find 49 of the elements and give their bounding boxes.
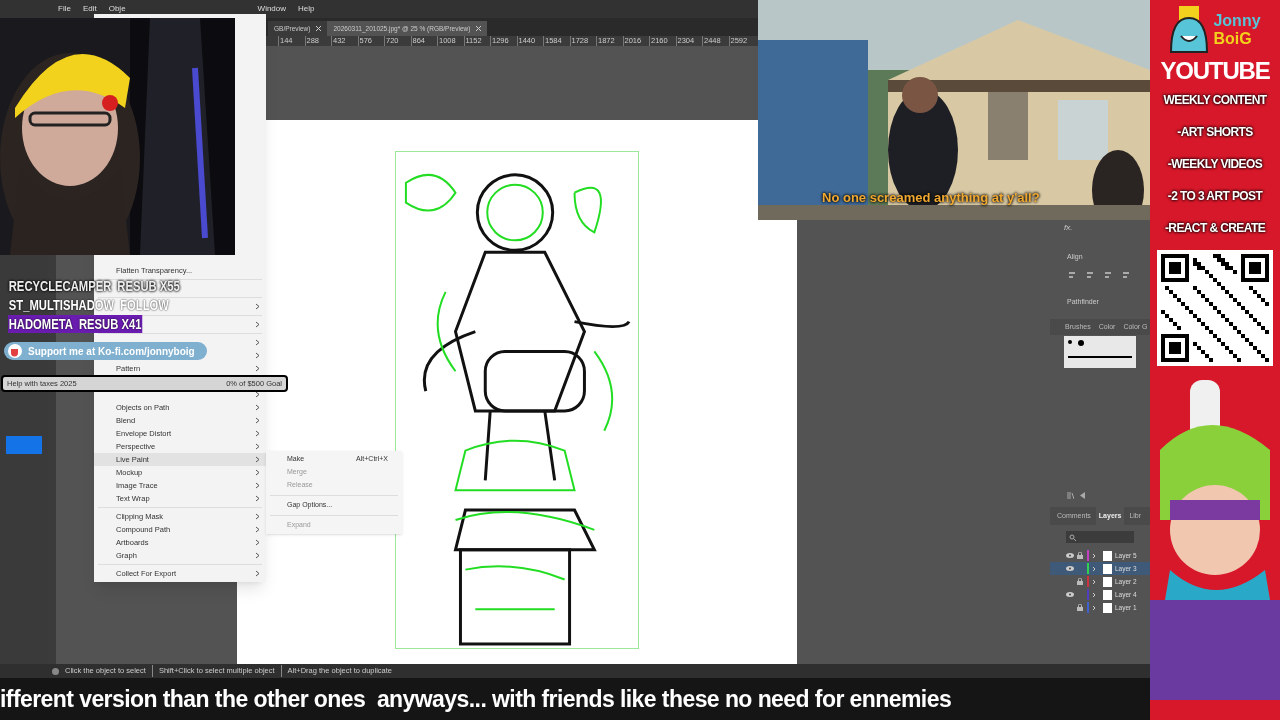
search-icon <box>1069 533 1076 541</box>
chevron-icon <box>255 570 260 577</box>
previous-icon[interactable] <box>1080 492 1085 499</box>
menu-bar-item[interactable]: Obje <box>108 3 126 15</box>
menu-bar-item[interactable]: File <box>58 3 71 15</box>
banner-line: -WEEKLY VIDEOS <box>1167 156 1263 173</box>
mascot-icon <box>1169 6 1210 54</box>
lock-icon[interactable] <box>1077 578 1083 585</box>
alert-action: RESUB X55 <box>117 277 180 295</box>
layers-search-field[interactable] <box>1066 531 1134 543</box>
layer-thumbnail <box>1103 563 1112 574</box>
alert-action: FOLLOW <box>120 296 169 314</box>
banner-line: -ART SHORTS <box>1177 124 1253 141</box>
align-icon[interactable] <box>1068 270 1076 279</box>
support-text: Support me at Ko-fi.com/jonnyboig <box>28 344 195 359</box>
alert-user-name: HADOMETA <box>8 315 73 333</box>
help-icon <box>52 667 59 675</box>
subtitle-text: ifferent version than the other ones anyways... with friends like these no need for ennemies <box>0 684 952 714</box>
layer-thumbnail <box>1103 550 1112 561</box>
eye-icon[interactable] <box>1066 592 1074 597</box>
library-icon[interactable] <box>1067 492 1074 499</box>
alert-action: RESUB X41 <box>78 315 142 333</box>
fx-label: fx. <box>1063 222 1074 234</box>
layer-thumbnail <box>1103 576 1112 587</box>
layer-thumbnail <box>1103 589 1112 600</box>
close-icon[interactable] <box>476 26 482 31</box>
logo-text: BoiG <box>1213 30 1253 48</box>
qr-code-icon <box>1157 250 1273 366</box>
logo-text: Jonny <box>1213 12 1261 30</box>
chevron-icon <box>255 321 260 328</box>
layer-thumbnail <box>1103 602 1112 613</box>
align-icon[interactable] <box>1086 270 1094 279</box>
close-icon[interactable] <box>316 26 322 31</box>
chevron-icon <box>255 303 260 310</box>
eye-icon[interactable] <box>1066 566 1074 571</box>
banner-title: YOUTUBE <box>1160 56 1270 86</box>
brush-preview <box>1064 336 1136 368</box>
menu-bar-item[interactable]: Window <box>257 3 287 15</box>
eye-icon[interactable] <box>1066 553 1074 558</box>
banner-line: -2 TO 3 ART POST <box>1167 188 1263 205</box>
menu-bar-item[interactable]: Help <box>298 3 315 15</box>
lock-icon[interactable] <box>1077 552 1083 559</box>
align-icon[interactable] <box>1104 270 1112 279</box>
banner-line: WEEKLY CONTENT <box>1163 92 1267 109</box>
cup-icon <box>8 344 22 358</box>
align-icon[interactable] <box>1122 270 1130 279</box>
lock-icon[interactable] <box>1077 604 1083 611</box>
menu-bar-item[interactable]: Edit <box>82 3 97 15</box>
banner-line: -REACT & CREATE <box>1164 220 1266 237</box>
